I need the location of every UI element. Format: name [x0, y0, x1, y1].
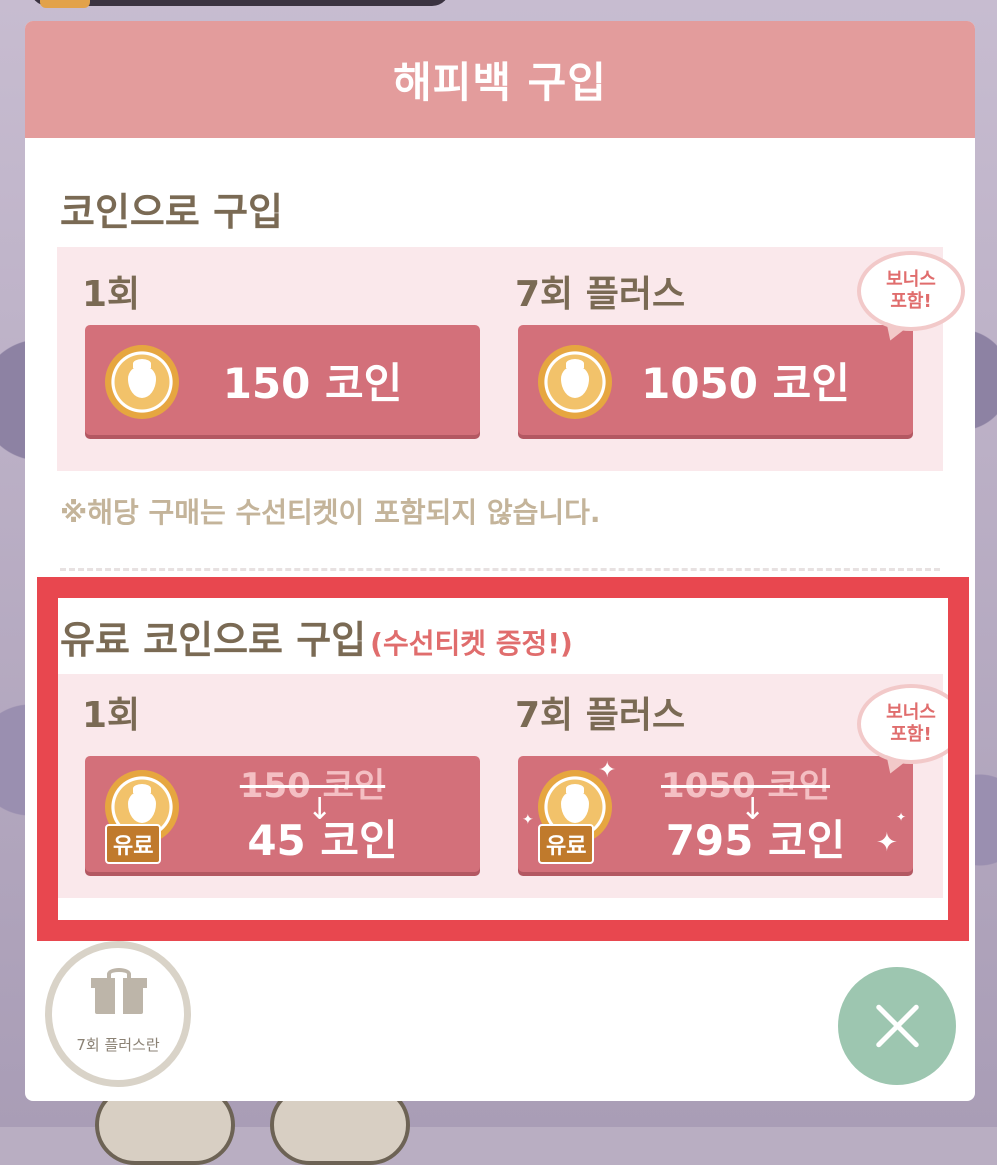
coin-option-7-label: 7회 플러스	[515, 274, 686, 315]
bonus-badge-line1: 보너스	[886, 269, 936, 291]
paid-option-1-label: 1회	[82, 695, 141, 736]
buy-1-paid-coin-button[interactable]: 유료 150 코인 ↓ 45 코인	[85, 756, 480, 872]
bonus-badge-line1: 보너스	[886, 702, 936, 724]
gift-icon	[91, 968, 147, 1014]
bonus-included-badge: 보너스 포함!	[857, 251, 965, 331]
paid-section-title-text: 유료 코인으로 구입	[60, 618, 367, 662]
seven-plus-info-button[interactable]: 7회 플러스란	[45, 941, 191, 1087]
paid-section-subtitle: (수선티켓 증정!)	[370, 627, 573, 660]
seven-plus-info-label: 7회 플러스란	[76, 1036, 160, 1054]
coin-option-1-label: 1회	[82, 274, 141, 315]
top-badge	[40, 0, 90, 8]
modal-title: 해피백 구입	[393, 58, 607, 107]
paid-tag: 유료	[538, 824, 595, 864]
paid-section-title: 유료 코인으로 구입 (수선티켓 증정!)	[60, 609, 573, 664]
coin-options-panel: 1회 7회 플러스 150 코인 1050 코인 보너스 포함!	[57, 247, 965, 471]
buy-7-coin-price: 1050 코인	[641, 358, 850, 408]
bonus-badge-line2: 포함!	[890, 291, 932, 312]
discounted-price: 45 코인	[247, 816, 398, 865]
sparkle-icon: ✦	[896, 810, 907, 824]
top-status-bar	[30, 0, 450, 6]
buy-7-paid-coin-button[interactable]: 유료 1050 코인 ↓ 795 코인 ✦ ✦ ✦ ✦	[518, 756, 913, 872]
bonus-included-badge: 보너스 포함!	[857, 684, 965, 764]
coin-section-title: 코인으로 구입	[60, 190, 283, 234]
sparkle-icon: ✦	[522, 812, 534, 828]
bonus-badge-line2: 포함!	[890, 724, 932, 745]
paid-tag: 유료	[105, 824, 162, 864]
happy-bag-purchase-modal: 해피백 구입 코인으로 구입 1회 7회 플러스 150 코인 1050 코인 …	[25, 21, 975, 1101]
no-ticket-notice: ※해당 구매는 수선티켓이 포함되지 않습니다.	[60, 496, 601, 529]
buy-1-coin-button[interactable]: 150 코인	[85, 325, 480, 435]
close-icon[interactable]	[838, 967, 956, 1085]
modal-header: 해피백 구입	[25, 21, 975, 138]
sparkle-icon: ✦	[598, 758, 617, 783]
sparkle-icon: ✦	[876, 828, 898, 858]
discounted-price: 795 코인	[665, 816, 846, 865]
paid-options-panel: 1회 7회 플러스 유료 150 코인 ↓ 45 코인 유료 1050 코인 ↓…	[57, 674, 965, 898]
section-divider	[60, 568, 940, 571]
buy-1-coin-price: 150 코인	[222, 358, 403, 408]
paid-option-7-label: 7회 플러스	[515, 695, 686, 736]
buy-7-coin-button[interactable]: 1050 코인	[518, 325, 913, 435]
